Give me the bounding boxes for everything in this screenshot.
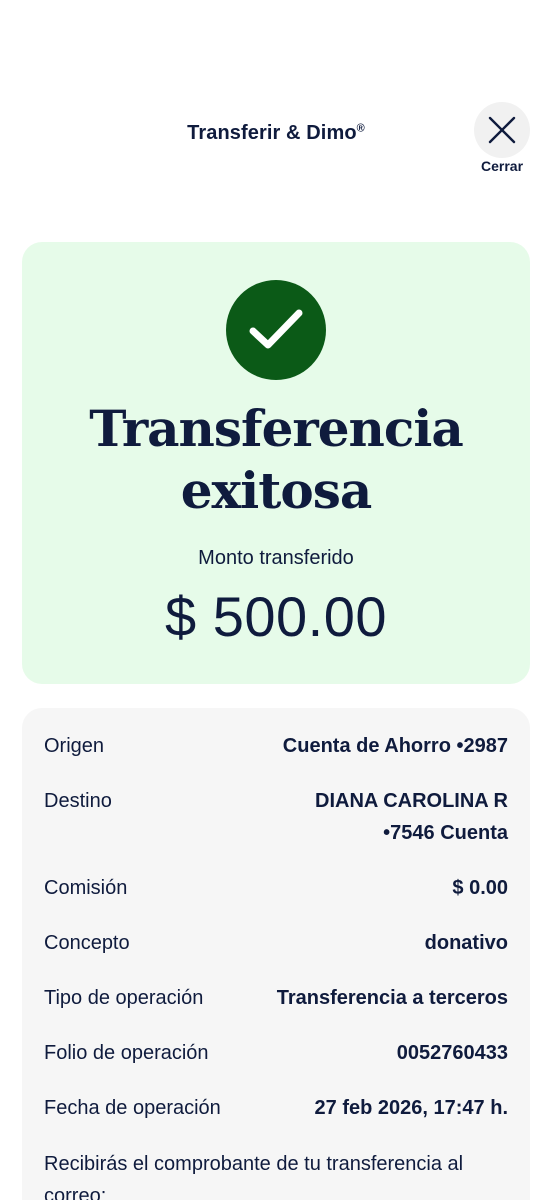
detail-value: $ 0.00 xyxy=(452,877,508,899)
header: Transferir & Dimo® Cerrar xyxy=(0,100,552,180)
detail-label: Fecha de operación xyxy=(44,1097,221,1119)
detail-label: Tipo de operación xyxy=(44,987,204,1009)
email-receipt-note: Recibirás el comprobante de tu transfere… xyxy=(44,1153,464,1200)
details-card: Origen Cuenta de Ahorro •2987 Destino DI… xyxy=(22,708,530,1200)
amount-label: Monto transferido xyxy=(198,547,354,569)
detail-row-destino: Destino DIANA CAROLINA R •7546 Cuenta xyxy=(44,785,508,849)
close-label[interactable]: Cerrar xyxy=(468,158,536,174)
close-button[interactable]: Cerrar xyxy=(474,100,530,178)
detail-label: Folio de operación xyxy=(44,1042,209,1064)
detail-value: 27 feb 2026, 17:47 h. xyxy=(314,1097,508,1119)
detail-value: 0052760433 xyxy=(396,1042,508,1064)
detail-value-line-2: •7546 Cuenta xyxy=(383,822,508,844)
detail-value: Cuenta de Ahorro •2987 xyxy=(282,735,508,757)
amount-value: $ 500.00 xyxy=(165,585,387,648)
detail-label: Destino xyxy=(44,790,112,812)
page-title: Transferir & Dimo® xyxy=(187,122,365,144)
detail-label: Comisión xyxy=(44,877,128,899)
transfer-receipt-screen: Transferir & Dimo® Cerrar Transferencia … xyxy=(0,0,552,1200)
detail-value: donativo xyxy=(424,932,508,954)
detail-label: Concepto xyxy=(44,932,130,954)
close-button-circle[interactable] xyxy=(474,102,530,158)
success-title: Transferencia exitosa xyxy=(22,398,530,522)
success-title-line-2: exitosa xyxy=(180,461,373,520)
close-icon xyxy=(488,116,516,144)
detail-value: Transferencia a terceros xyxy=(276,987,508,1009)
success-card: Transferencia exitosa Monto transferido … xyxy=(22,242,530,684)
registered-mark: ® xyxy=(356,122,365,135)
check-circle-icon xyxy=(226,280,326,380)
detail-label: Origen xyxy=(44,735,105,757)
checkmark-icon xyxy=(249,309,303,349)
success-title-line-1: Transferencia xyxy=(89,399,463,458)
detail-value-line-1: DIANA CAROLINA R xyxy=(315,790,508,812)
